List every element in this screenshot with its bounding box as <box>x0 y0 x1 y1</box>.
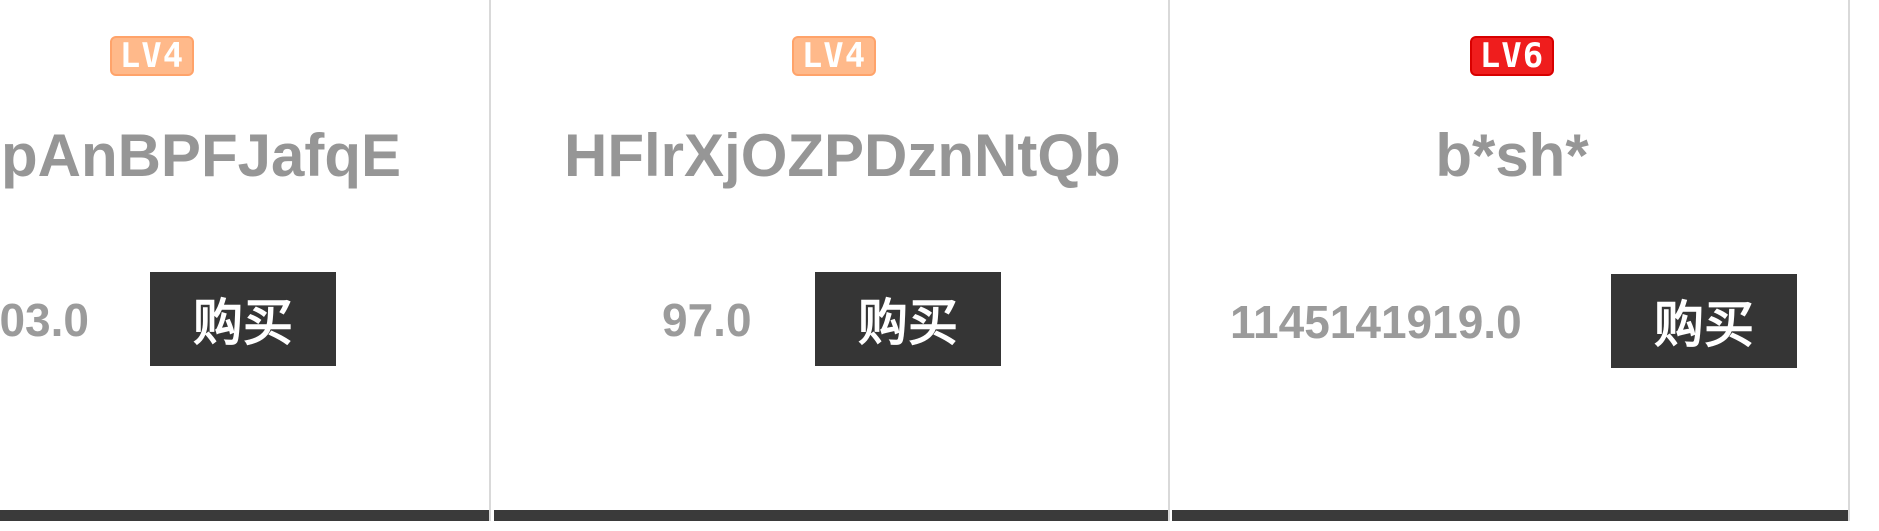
card-bottom-bar <box>0 510 489 521</box>
seller-username-text: b*sh* <box>1435 122 1589 189</box>
product-card: LV6 b*sh* 1145141919.0 购买 <box>1172 0 1850 521</box>
price-value: 97.0 <box>662 294 752 346</box>
level-badge: LV6 <box>1470 36 1554 76</box>
level-badge-label: LV6 <box>1479 36 1545 76</box>
seller-username: VcpAnBPFJafqE <box>0 118 401 194</box>
level-badge: LV4 <box>110 36 194 76</box>
seller-username-text: HFlrXjOZPDznNtQb <box>564 122 1121 189</box>
seller-username: HFlrXjOZPDznNtQb <box>564 118 1121 194</box>
card-bottom-bar <box>1172 510 1848 521</box>
level-badge-label: LV4 <box>801 36 867 76</box>
seller-username: b*sh* <box>1312 118 1712 194</box>
product-card: LV4 VcpAnBPFJafqE 03.0 购买 <box>0 0 491 521</box>
level-badge-label: LV4 <box>119 36 185 76</box>
buy-button[interactable]: 购买 <box>815 272 1001 366</box>
seller-username-text: VcpAnBPFJafqE <box>0 122 401 189</box>
buy-button[interactable]: 购买 <box>150 272 336 366</box>
buy-button[interactable]: 购买 <box>1611 274 1797 368</box>
card-bottom-bar <box>494 510 1168 521</box>
level-badge: LV4 <box>792 36 876 76</box>
price-value: 03.0 <box>0 294 89 346</box>
price-value: 1145141919.0 <box>1230 296 1522 348</box>
product-card: LV4 HFlrXjOZPDznNtQb 97.0 购买 <box>494 0 1170 521</box>
